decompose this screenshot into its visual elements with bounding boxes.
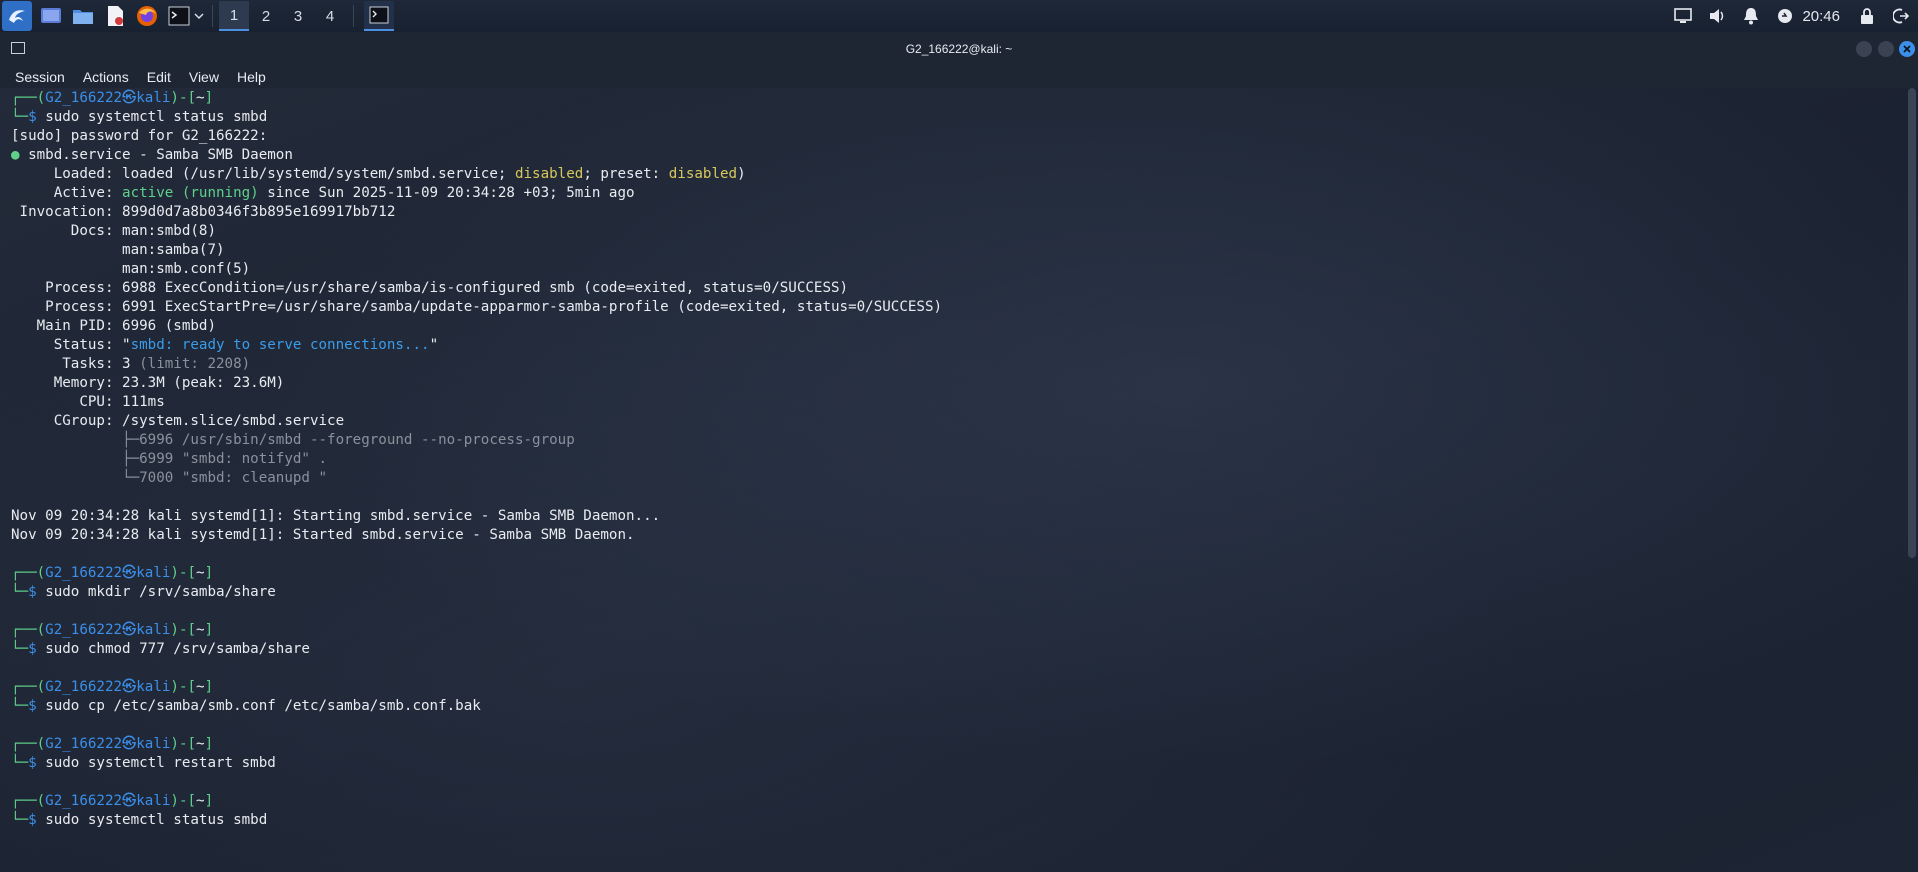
workspace-3[interactable]: 3 (283, 1, 313, 31)
docs-line: man:smb.conf(5) (11, 261, 251, 277)
cgroup-process-line: ├─6996 /usr/sbin/smbd --foreground --no-… (11, 432, 575, 448)
clock[interactable]: 20:46 (1802, 8, 1840, 25)
terminal-window-icon[interactable] (11, 42, 25, 54)
log-line: Nov 09 20:34:28 kali systemd[1]: Startin… (11, 508, 661, 524)
prompt-line: ┌──(G2_166222㉿kali)-[~] (11, 565, 214, 581)
status-line: Status: "smbd: ready to serve connection… (11, 337, 439, 353)
mainpid-line: Main PID: 6996 (smbd) (11, 318, 216, 334)
text-editor-icon[interactable] (102, 3, 128, 29)
scrollbar[interactable] (1908, 88, 1916, 558)
docs-line: Docs: man:smbd(8) (11, 223, 216, 239)
prompt-line: ┌──(G2_166222㉿kali)-[~] (11, 736, 214, 752)
workspace-2[interactable]: 2 (251, 1, 281, 31)
invocation-line: Invocation: 899d0d7a8b0346f3b895e169917b… (11, 204, 396, 220)
terminal-launcher-icon[interactable] (166, 3, 192, 29)
process-line: Process: 6988 ExecCondition=/usr/share/s… (11, 280, 849, 296)
command-line: └─$ sudo systemctl status smbd (11, 812, 268, 828)
notification-bell-icon[interactable] (1740, 5, 1762, 27)
cgroup-process-line: └─7000 "smbd: cleanupd " (11, 470, 328, 486)
memory-line: Memory: 23.3M (peak: 23.6M) (11, 375, 285, 391)
menu-session[interactable]: Session (15, 69, 65, 85)
active-line: Active: active (running) since Sun 2025-… (11, 185, 635, 201)
terminal-output[interactable]: ┌──(G2_166222㉿kali)-[~] └─$ sudo systemc… (0, 88, 1918, 872)
power-manager-icon[interactable] (1774, 5, 1796, 27)
prompt-line: ┌──(G2_166222㉿kali)-[~] (11, 793, 214, 809)
menu-help[interactable]: Help (237, 69, 266, 85)
prompt-line: ┌──(G2_166222㉿kali)-[~] (11, 90, 214, 106)
command-line: └─$ sudo mkdir /srv/samba/share (11, 584, 276, 600)
show-desktop-icon[interactable] (38, 3, 64, 29)
cpu-line: CPU: 111ms (11, 394, 165, 410)
process-line: Process: 6991 ExecStartPre=/usr/share/sa… (11, 299, 943, 315)
volume-icon[interactable] (1706, 5, 1728, 27)
menu-actions[interactable]: Actions (83, 69, 129, 85)
maximize-button[interactable] (1878, 41, 1894, 57)
window-titlebar[interactable]: G2_166222@kali: ~ (0, 32, 1918, 66)
panel-separator (212, 5, 213, 27)
command-line: └─$ sudo systemctl status smbd (11, 109, 268, 125)
panel-separator (353, 5, 354, 27)
command-line: └─$ sudo chmod 777 /srv/samba/share (11, 641, 310, 657)
top-panel: 1 2 3 4 20:46 (0, 0, 1918, 32)
close-button[interactable] (1899, 41, 1915, 57)
log-line: Nov 09 20:34:28 kali systemd[1]: Started… (11, 527, 635, 543)
menu-edit[interactable]: Edit (147, 69, 171, 85)
tasks-line: Tasks: 3 (limit: 2208) (11, 356, 251, 372)
workspace-1[interactable]: 1 (219, 1, 249, 31)
cgroup-process-line: ├─6999 "smbd: notifyd" . (11, 451, 328, 467)
sudo-prompt: [sudo] password for G2_166222: (11, 128, 268, 144)
workspace-4[interactable]: 4 (315, 1, 345, 31)
unit-line: ● smbd.service - Samba SMB Daemon (11, 147, 293, 163)
menu-view[interactable]: View (189, 69, 219, 85)
loaded-line: Loaded: loaded (/usr/lib/systemd/system/… (11, 166, 746, 182)
logout-icon[interactable] (1890, 5, 1912, 27)
window-title: G2_166222@kali: ~ (905, 42, 1013, 56)
menubar: Session Actions Edit View Help (0, 66, 1918, 88)
prompt-line: ┌──(G2_166222㉿kali)-[~] (11, 622, 214, 638)
system-tray: 20:46 (1660, 0, 1912, 32)
file-manager-icon[interactable] (70, 3, 96, 29)
display-icon[interactable] (1672, 5, 1694, 27)
taskbar-terminal-button[interactable] (364, 1, 394, 31)
chevron-down-icon[interactable] (192, 3, 206, 29)
command-line: └─$ sudo cp /etc/samba/smb.conf /etc/sam… (11, 698, 481, 714)
prompt-line: ┌──(G2_166222㉿kali)-[~] (11, 679, 214, 695)
cgroup-line: CGroup: /system.slice/smbd.service (11, 413, 345, 429)
kali-menu-icon[interactable] (2, 1, 32, 31)
firefox-icon[interactable] (134, 3, 160, 29)
lock-screen-icon[interactable] (1856, 5, 1878, 27)
docs-line: man:samba(7) (11, 242, 225, 258)
close-icon (1903, 45, 1911, 53)
minimize-button[interactable] (1856, 41, 1872, 57)
command-line: └─$ sudo systemctl restart smbd (11, 755, 276, 771)
